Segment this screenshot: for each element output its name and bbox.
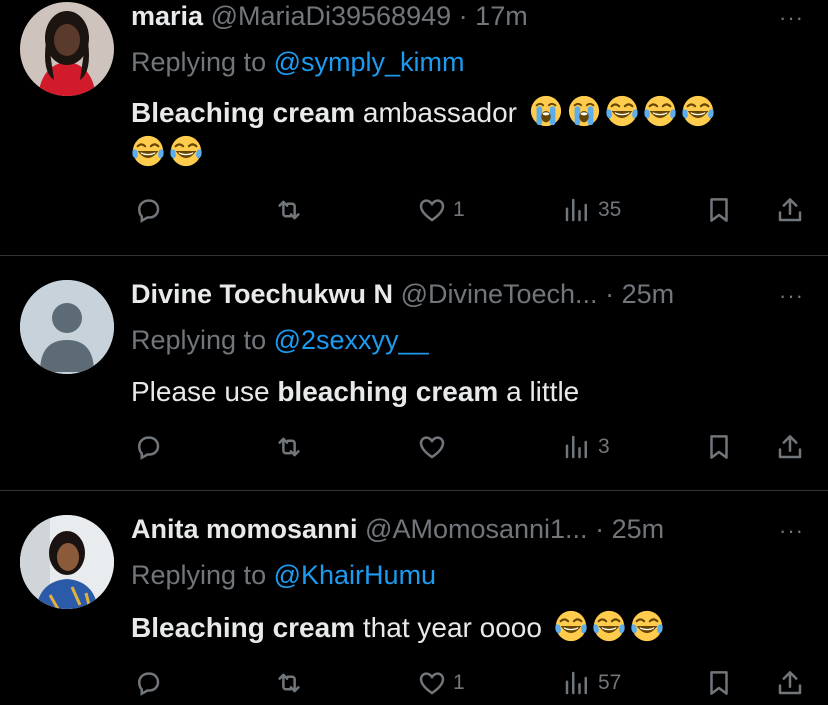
- like-count: 1: [453, 198, 465, 221]
- views-button[interactable]: 35: [562, 190, 621, 230]
- replying-to-label: Replying to: [131, 560, 267, 590]
- replying-to: Replying to @KhairHumu: [131, 559, 436, 591]
- reply-icon: [137, 199, 160, 223]
- reply-icon: [137, 436, 160, 460]
- like-button[interactable]: [417, 427, 453, 467]
- author-handle[interactable]: @MariaDi39568949: [211, 1, 452, 31]
- replying-to-link[interactable]: @symply_kimm: [274, 47, 465, 77]
- author-handle[interactable]: @AMomosanni1...: [365, 514, 588, 544]
- reply-icon: [137, 672, 160, 696]
- bookmark-button[interactable]: [704, 427, 734, 467]
- text-rest: that year oooo: [355, 612, 542, 643]
- separator-dot: ·: [595, 514, 605, 544]
- laughing-tears-emoji: [592, 609, 626, 643]
- reply-button[interactable]: [133, 190, 163, 230]
- crying-face-emoji: [529, 94, 563, 128]
- timestamp[interactable]: 25m: [612, 514, 665, 544]
- text-bold: Bleaching cream: [131, 97, 356, 128]
- separator-dot: ·: [605, 279, 615, 309]
- tweet-text: Bleaching cream ambassador: [131, 93, 811, 173]
- reply-button[interactable]: [133, 663, 163, 703]
- share-icon: [778, 671, 802, 695]
- more-options-icon[interactable]: ···: [779, 7, 804, 29]
- views-button[interactable]: 3: [562, 427, 610, 467]
- author-handle[interactable]: @DivineToech...: [401, 279, 598, 309]
- tweet-header: Divine Toechukwu N @DivineToech... · 25m: [131, 278, 674, 310]
- retweet-icon: [278, 673, 300, 693]
- timestamp[interactable]: 25m: [622, 279, 675, 309]
- replying-to: Replying to @2sexxyy__: [131, 324, 429, 356]
- tweet-header: Anita momosanni @AMomosanni1... · 25m: [131, 513, 664, 545]
- laughing-tears-emoji: [630, 609, 664, 643]
- tweet-text: Please use bleaching cream a little: [131, 372, 811, 412]
- view-count: 57: [598, 671, 622, 694]
- tweet-2[interactable]: Divine Toechukwu N @DivineToech... · 25m…: [0, 256, 828, 490]
- retweet-button[interactable]: [274, 663, 304, 703]
- views-button[interactable]: 57: [562, 663, 621, 703]
- bookmark-icon: [710, 198, 728, 222]
- reply-button[interactable]: [133, 427, 163, 467]
- views-icon: [565, 671, 587, 695]
- share-button[interactable]: [775, 663, 805, 703]
- retweet-icon: [278, 437, 300, 457]
- heart-icon: [419, 672, 445, 695]
- text-bold: Bleaching cream: [131, 612, 356, 643]
- views-icon: [565, 198, 587, 222]
- share-icon: [778, 198, 802, 222]
- separator-dot: ·: [458, 1, 468, 31]
- retweet-button[interactable]: [274, 190, 304, 230]
- author-name[interactable]: maria: [131, 1, 203, 31]
- default-avatar[interactable]: [20, 280, 114, 374]
- action-bar: 3: [0, 427, 828, 467]
- author-name[interactable]: Divine Toechukwu N: [131, 279, 393, 309]
- tweet-text: Bleaching cream that year oooo: [131, 608, 811, 648]
- laughing-tears-emoji: [643, 94, 677, 128]
- replying-to-label: Replying to: [131, 325, 267, 355]
- text-rest: ambassador: [355, 97, 517, 128]
- more-options-icon[interactable]: ···: [779, 520, 804, 542]
- retweet-icon: [278, 200, 300, 220]
- laughing-tears-emoji: [169, 134, 203, 168]
- text-rest: a little: [498, 376, 580, 407]
- views-icon: [565, 435, 587, 459]
- timestamp[interactable]: 17m: [475, 1, 528, 31]
- heart-icon: [419, 436, 445, 459]
- share-button[interactable]: [775, 190, 805, 230]
- text-bold: bleaching cream: [277, 376, 499, 407]
- action-bar: 1 35: [0, 190, 828, 230]
- like-count: 1: [453, 671, 465, 694]
- action-bar: 1 57: [0, 663, 828, 703]
- replying-to: Replying to @symply_kimm: [131, 46, 465, 78]
- share-button[interactable]: [775, 427, 805, 467]
- tweet-3[interactable]: Anita momosanni @AMomosanni1... · 25m ··…: [0, 491, 828, 705]
- crying-face-emoji: [567, 94, 601, 128]
- tweet-header: maria @MariaDi39568949 · 17m: [131, 0, 528, 32]
- laughing-tears-emoji: [131, 134, 165, 168]
- laughing-tears-emoji: [605, 94, 639, 128]
- replying-to-link[interactable]: @KhairHumu: [274, 560, 436, 590]
- view-count: 3: [598, 435, 610, 458]
- replying-to-link[interactable]: @2sexxyy__: [274, 325, 429, 355]
- bookmark-button[interactable]: [704, 190, 734, 230]
- text-pre: Please use: [131, 376, 278, 407]
- like-button[interactable]: 1: [417, 663, 465, 703]
- retweet-button[interactable]: [274, 427, 304, 467]
- tweet-1[interactable]: maria @MariaDi39568949 · 17m ··· Replyin…: [0, 0, 828, 255]
- like-button[interactable]: 1: [417, 190, 465, 230]
- more-options-icon[interactable]: ···: [779, 285, 804, 307]
- share-icon: [778, 435, 802, 459]
- view-count: 35: [598, 198, 622, 221]
- bookmark-icon: [710, 435, 728, 459]
- laughing-tears-emoji: [681, 94, 715, 128]
- replying-to-label: Replying to: [131, 47, 267, 77]
- bookmark-icon: [710, 671, 728, 695]
- laughing-tears-emoji: [554, 609, 588, 643]
- avatar[interactable]: [20, 515, 114, 609]
- author-name[interactable]: Anita momosanni: [131, 514, 358, 544]
- bookmark-button[interactable]: [704, 663, 734, 703]
- avatar[interactable]: [20, 2, 114, 96]
- heart-icon: [419, 199, 445, 222]
